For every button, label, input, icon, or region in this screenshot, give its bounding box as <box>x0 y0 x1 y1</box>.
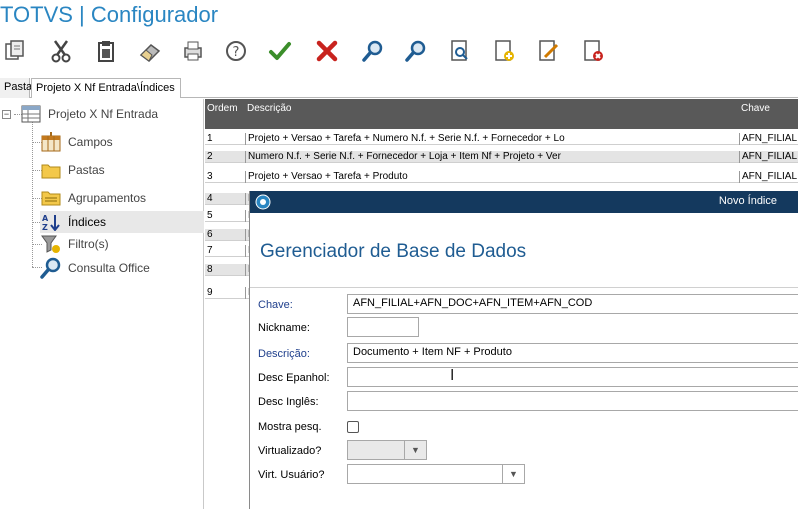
search-icon[interactable] <box>360 38 386 64</box>
svg-text:A: A <box>42 214 49 223</box>
collapse-toggle[interactable]: − <box>2 110 11 119</box>
desc-espanhol-label: Desc Epanhol: <box>258 372 330 384</box>
printer-icon[interactable] <box>180 38 206 64</box>
tree-item-consulta-office[interactable]: Consulta Office <box>40 257 150 279</box>
fields-icon <box>40 132 62 152</box>
chevron-down-icon: ▼ <box>502 465 524 483</box>
toolbar: ? <box>0 32 798 72</box>
virtualizado-select[interactable]: ▼ <box>347 440 427 460</box>
desc-ingles-input[interactable] <box>347 391 798 411</box>
title-bar: TOTVS | Configurador <box>0 0 798 32</box>
desc-espanhol-input[interactable] <box>347 367 798 387</box>
cancel-icon[interactable] <box>314 38 340 64</box>
nickname-label: Nickname: <box>258 322 310 334</box>
search-next-icon[interactable] <box>403 38 429 64</box>
delete-record-icon[interactable] <box>580 38 606 64</box>
app-title: TOTVS | Configurador <box>0 2 219 27</box>
tree-item-pastas[interactable]: Pastas <box>40 159 105 181</box>
dialog-title-bar[interactable]: Novo Índice <box>250 191 798 213</box>
novo-indice-dialog: Novo Índice Gerenciador de Base de Dados… <box>249 191 798 509</box>
column-chave[interactable]: Chave <box>741 103 770 114</box>
tree-item-filtros[interactable]: Filtro(s) <box>40 233 109 255</box>
preview-icon[interactable] <box>447 38 473 64</box>
tree-item-indices[interactable]: AZ Índices <box>40 211 204 233</box>
filter-icon <box>40 234 62 254</box>
structure-tree: − Projeto X Nf Entrada Campos Pastas Agr… <box>0 99 204 509</box>
nickname-input[interactable] <box>347 317 419 337</box>
mostra-pesq-checkbox[interactable] <box>347 421 359 433</box>
eraser-icon[interactable] <box>137 38 163 64</box>
edit-record-icon[interactable] <box>535 38 561 64</box>
grouping-icon <box>40 188 62 208</box>
virt-usuario-label: Virt. Usuário? <box>258 469 325 481</box>
table-row[interactable]: 1 Projeto + Versao + Tarefa + Numero N.f… <box>205 133 798 145</box>
grid-header: Ordem Descrição Chave <box>205 99 798 129</box>
tab-bar: Pasta Projeto X Nf Entrada\Índices <box>0 78 798 98</box>
chave-label: Chave: <box>258 299 293 311</box>
svg-text:?: ? <box>233 45 240 60</box>
table-icon <box>20 104 42 124</box>
app-logo-icon <box>255 194 271 210</box>
table-row[interactable]: 2 Numero N.f. + Serie N.f. + Fornecedor … <box>205 151 798 163</box>
svg-text:Z: Z <box>42 223 48 231</box>
tab-indices[interactable]: Projeto X Nf Entrada\Índices <box>31 78 181 98</box>
descricao-input[interactable]: Documento + Item NF + Produto <box>347 343 798 363</box>
column-ordem[interactable]: Ordem <box>207 103 238 114</box>
descricao-label: Descrição: <box>258 348 310 360</box>
virt-usuario-select[interactable]: ▼ <box>347 464 525 484</box>
text-cursor-icon: I <box>450 366 455 384</box>
column-descricao[interactable]: Descrição <box>247 103 291 114</box>
confirm-icon[interactable] <box>267 38 293 64</box>
copy-icon[interactable] <box>2 38 28 64</box>
search-icon <box>40 257 62 279</box>
folder-icon <box>40 160 62 180</box>
chave-input[interactable]: AFN_FILIAL+AFN_DOC+AFN_ITEM+AFN_COD <box>347 294 798 314</box>
tree-item-campos[interactable]: Campos <box>40 131 113 153</box>
mostra-pesq-label: Mostra pesq. <box>258 421 322 433</box>
sort-az-icon: AZ <box>40 212 62 232</box>
chevron-down-icon: ▼ <box>404 441 426 459</box>
tree-root[interactable]: Projeto X Nf Entrada <box>20 103 158 125</box>
new-record-icon[interactable] <box>491 38 517 64</box>
table-row[interactable]: 3 Projeto + Versao + Tarefa + Produto AF… <box>205 171 798 183</box>
tab-pasta[interactable]: Pasta <box>0 78 32 98</box>
dialog-separator <box>250 287 798 288</box>
cut-icon[interactable] <box>48 38 74 64</box>
tree-item-agrupamentos[interactable]: Agrupamentos <box>40 187 146 209</box>
paste-icon[interactable] <box>93 38 119 64</box>
dialog-title: Novo Índice <box>718 195 777 207</box>
help-icon[interactable]: ? <box>223 38 249 64</box>
virtualizado-label: Virtualizado? <box>258 445 322 457</box>
dialog-heading: Gerenciador de Base de Dados <box>260 241 527 262</box>
desc-ingles-label: Desc Inglês: <box>258 396 319 408</box>
